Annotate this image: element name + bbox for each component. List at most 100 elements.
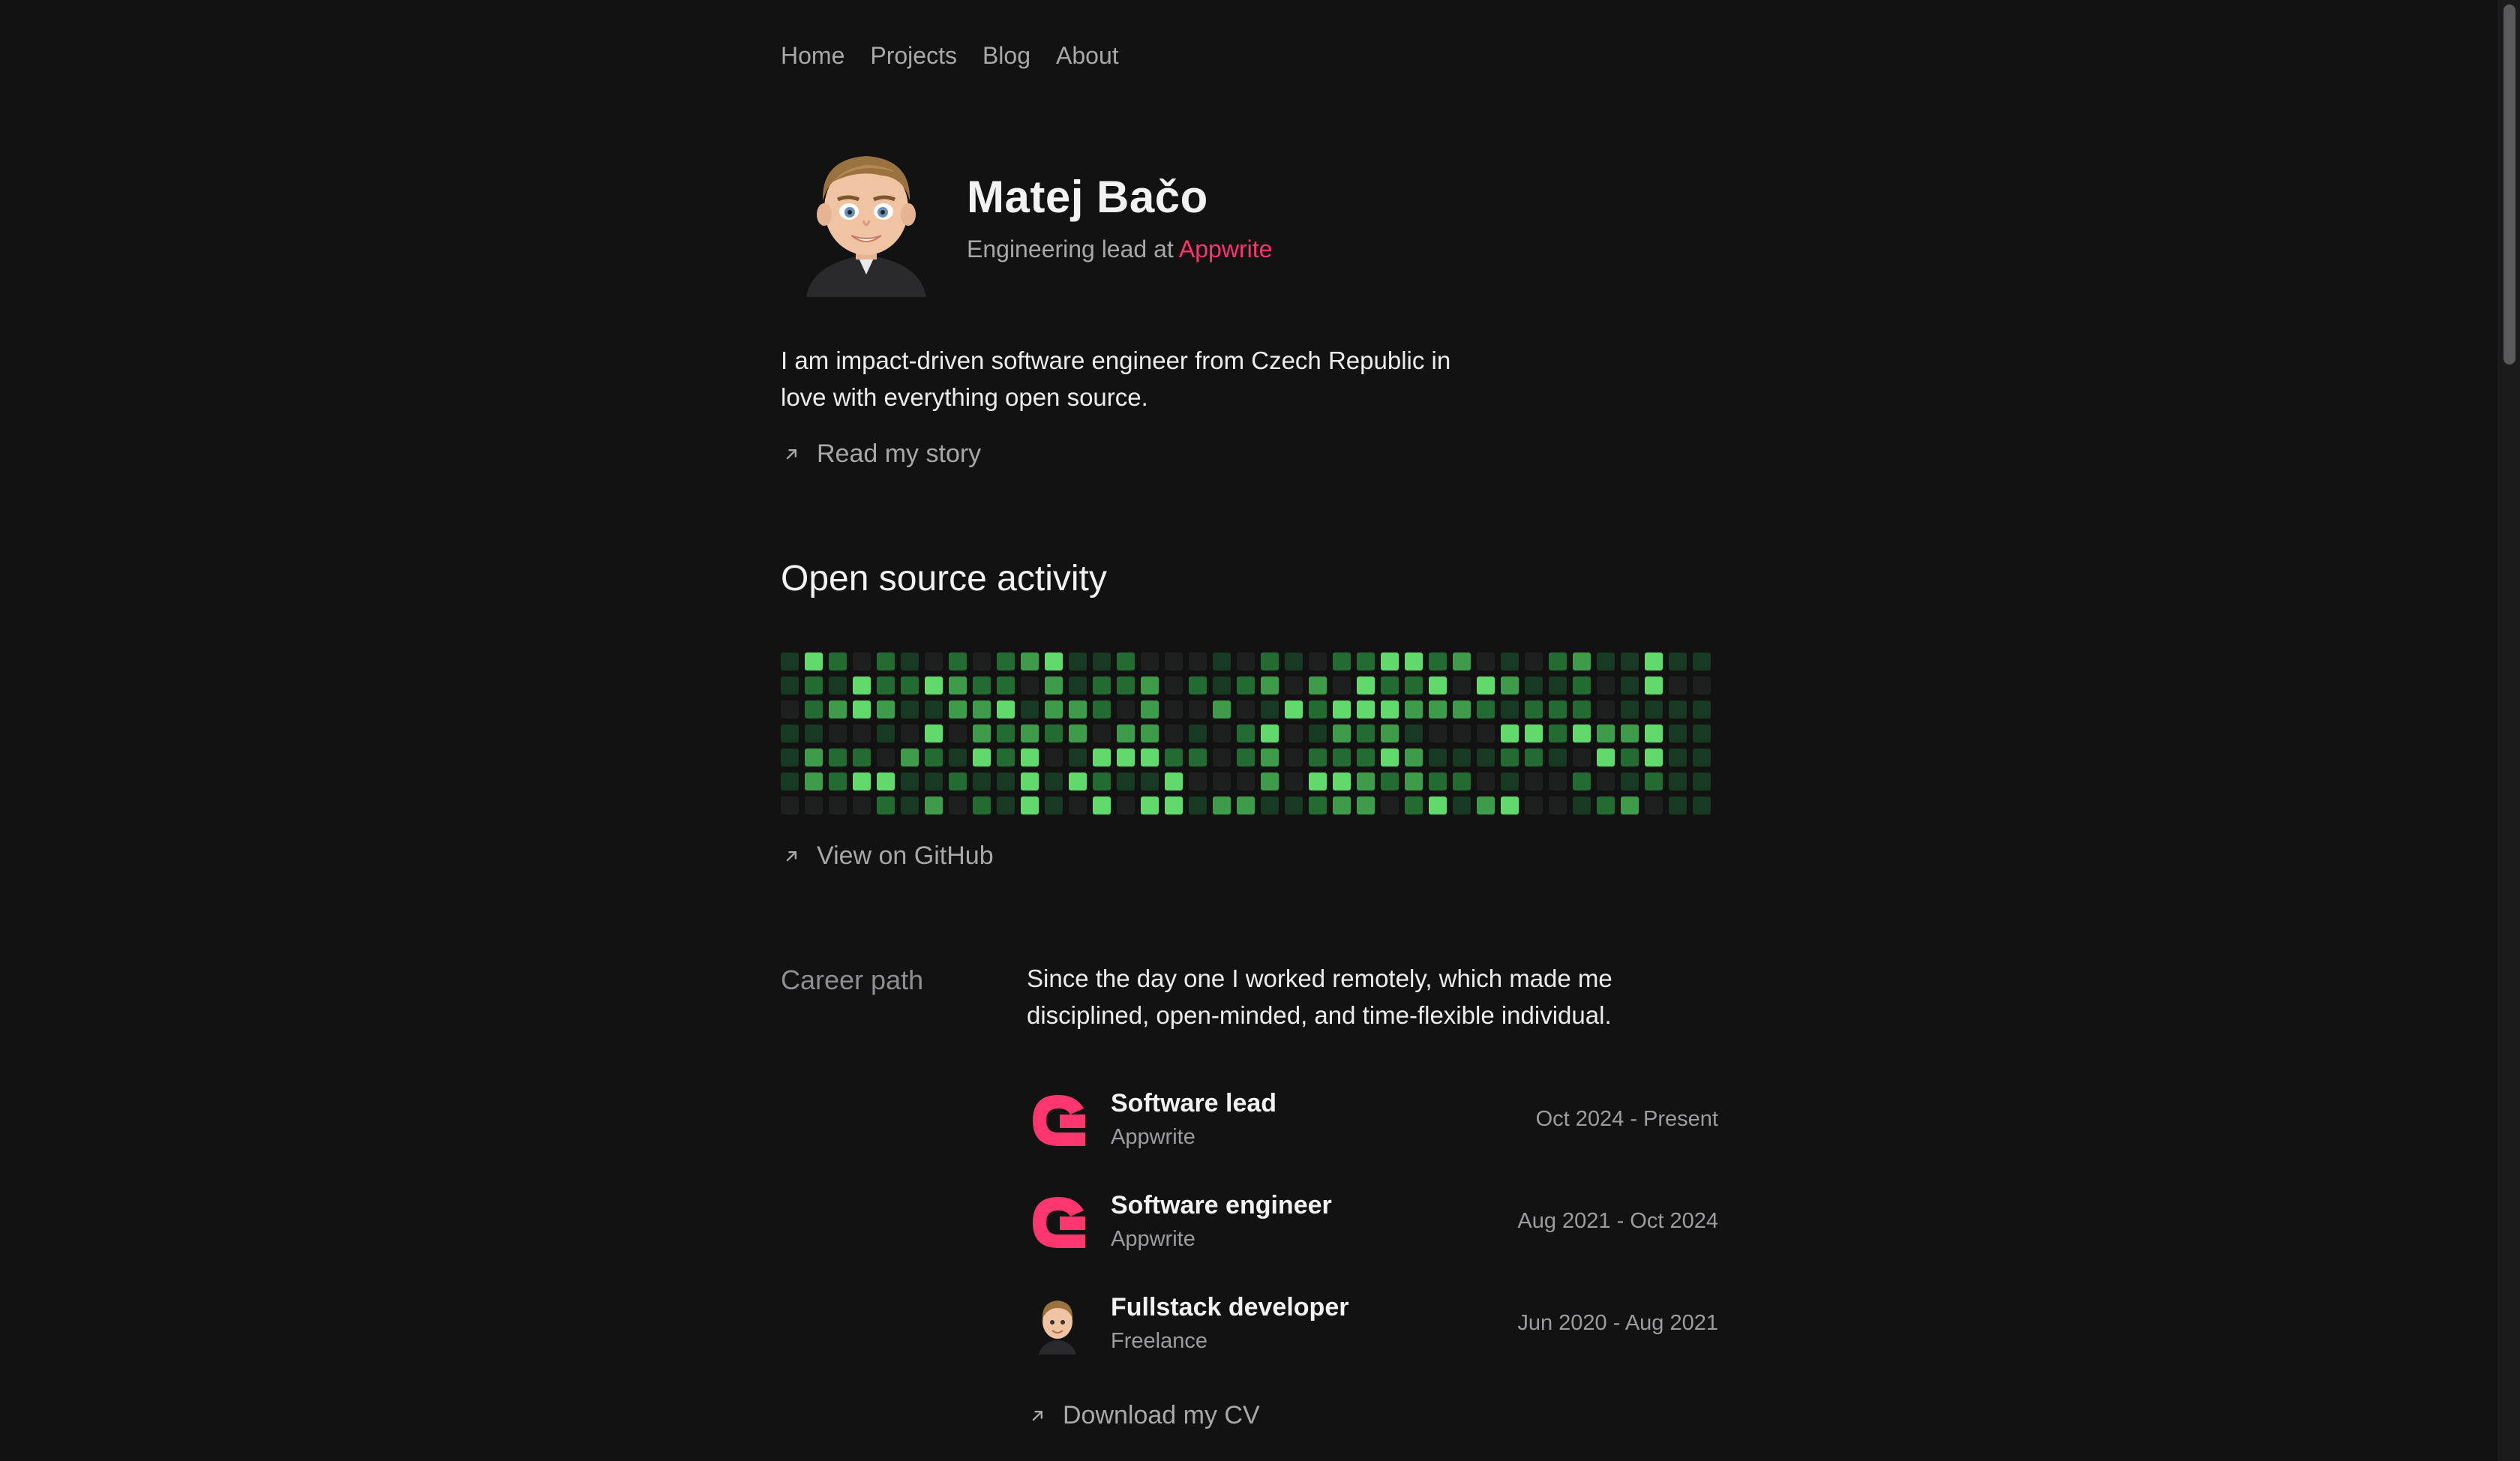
heatmap-cell bbox=[1141, 772, 1159, 790]
heatmap-cell bbox=[853, 652, 871, 670]
heatmap-cell bbox=[1381, 724, 1399, 742]
heatmap-cell bbox=[1141, 724, 1159, 742]
career-label: Career path bbox=[781, 964, 924, 995]
heatmap-cell bbox=[973, 772, 991, 790]
heatmap-cell bbox=[1381, 700, 1399, 718]
heatmap-cell bbox=[1453, 652, 1471, 670]
heatmap-cell bbox=[1333, 676, 1351, 694]
heatmap-cell bbox=[853, 700, 871, 718]
heatmap-cell bbox=[781, 724, 799, 742]
heatmap-cell bbox=[997, 700, 1015, 718]
nav-projects[interactable]: Projects bbox=[870, 39, 957, 72]
heatmap-cell bbox=[781, 772, 799, 790]
heatmap-cell bbox=[1165, 724, 1183, 742]
heatmap-cell bbox=[1093, 676, 1111, 694]
heatmap-cell bbox=[1117, 700, 1135, 718]
heatmap-cell bbox=[1237, 724, 1255, 742]
heatmap-cell bbox=[1357, 724, 1375, 742]
heatmap-cell bbox=[997, 796, 1015, 814]
heatmap-cell bbox=[1669, 724, 1687, 742]
heatmap-cell bbox=[1189, 700, 1207, 718]
heatmap-cell bbox=[1621, 796, 1639, 814]
heatmap-cell bbox=[1117, 796, 1135, 814]
heatmap-cell bbox=[1357, 772, 1375, 790]
scrollbar-thumb[interactable] bbox=[2504, 4, 2516, 364]
heatmap-cell bbox=[1453, 724, 1471, 742]
job-row: Software engineer Appwrite Aug 2021 - Oc… bbox=[1027, 1188, 1718, 1256]
heatmap-cell bbox=[1477, 772, 1495, 790]
heatmap-cell bbox=[1405, 724, 1423, 742]
heatmap-cell bbox=[1021, 772, 1039, 790]
heatmap-cell bbox=[1573, 724, 1591, 742]
heatmap-cell bbox=[1333, 724, 1351, 742]
heatmap-cell bbox=[1525, 676, 1543, 694]
read-story-link[interactable]: Read my story bbox=[781, 440, 981, 469]
heatmap-cell bbox=[1477, 796, 1495, 814]
heatmap-cell bbox=[925, 724, 943, 742]
heatmap-cell bbox=[949, 772, 967, 790]
heatmap-cell bbox=[1045, 748, 1063, 766]
heatmap-cell bbox=[1261, 652, 1279, 670]
heatmap-cell bbox=[1117, 652, 1135, 670]
heatmap-cell bbox=[997, 724, 1015, 742]
heatmap-cell bbox=[1669, 748, 1687, 766]
heatmap-cell bbox=[1333, 796, 1351, 814]
heatmap-cell bbox=[949, 748, 967, 766]
nav-about[interactable]: About bbox=[1056, 39, 1119, 72]
heatmap-cell bbox=[901, 676, 919, 694]
heatmap-cell bbox=[1117, 676, 1135, 694]
heatmap-cell bbox=[1621, 724, 1639, 742]
heatmap-cell bbox=[1597, 748, 1615, 766]
heatmap-cell bbox=[1045, 700, 1063, 718]
avatar-icon bbox=[1039, 1300, 1076, 1354]
view-github-link[interactable]: View on GitHub bbox=[781, 842, 994, 871]
heatmap-cell bbox=[1549, 700, 1567, 718]
heatmap-cell bbox=[1453, 700, 1471, 718]
heatmap-cell bbox=[1525, 772, 1543, 790]
heatmap-cell bbox=[805, 700, 823, 718]
company-link[interactable]: Appwrite bbox=[1179, 236, 1273, 262]
heatmap-cell bbox=[1021, 676, 1039, 694]
heatmap-cell bbox=[1237, 676, 1255, 694]
heatmap-cell bbox=[1357, 652, 1375, 670]
heatmap-cell bbox=[925, 652, 943, 670]
job-row: Software lead Appwrite Oct 2024 - Presen… bbox=[1027, 1086, 1718, 1154]
heatmap-cell bbox=[829, 652, 847, 670]
download-cv-link[interactable]: Download my CV bbox=[1027, 1401, 1260, 1430]
heatmap-cell bbox=[1573, 652, 1591, 670]
heatmap-cell bbox=[1333, 700, 1351, 718]
heatmap-cell bbox=[1213, 748, 1231, 766]
heatmap-cell bbox=[877, 676, 895, 694]
heatmap-cell bbox=[1333, 772, 1351, 790]
job-company: Appwrite bbox=[1111, 1125, 1196, 1149]
nav-home[interactable]: Home bbox=[781, 39, 844, 72]
heatmap-cell bbox=[1501, 700, 1519, 718]
nav-blog[interactable]: Blog bbox=[982, 39, 1030, 72]
heatmap-cell bbox=[1213, 652, 1231, 670]
heatmap-cell bbox=[1285, 796, 1303, 814]
heatmap-cell bbox=[1261, 796, 1279, 814]
heatmap-cell bbox=[1045, 652, 1063, 670]
heatmap-cell bbox=[1693, 652, 1711, 670]
heatmap-cell bbox=[1213, 772, 1231, 790]
heatmap-cell bbox=[853, 772, 871, 790]
heatmap-cell bbox=[1333, 652, 1351, 670]
arrow-up-right-icon bbox=[786, 850, 796, 862]
heatmap-cell bbox=[1453, 748, 1471, 766]
heatmap-cell bbox=[1429, 796, 1447, 814]
job-company: Appwrite bbox=[1111, 1227, 1196, 1251]
heatmap-cell bbox=[1213, 796, 1231, 814]
scrollbar[interactable] bbox=[2498, 0, 2520, 1461]
heatmap-cell bbox=[1261, 676, 1279, 694]
heatmap-cell bbox=[1429, 748, 1447, 766]
heatmap-cell bbox=[1309, 796, 1327, 814]
heatmap-cell bbox=[973, 652, 991, 670]
heatmap-cell bbox=[1189, 796, 1207, 814]
heatmap-cell bbox=[925, 772, 943, 790]
heatmap-cell bbox=[1165, 796, 1183, 814]
heatmap-cell bbox=[1597, 652, 1615, 670]
heatmap-cell bbox=[877, 748, 895, 766]
heatmap-cell bbox=[1549, 796, 1567, 814]
heatmap-cell bbox=[1093, 652, 1111, 670]
heatmap-cell bbox=[781, 676, 799, 694]
